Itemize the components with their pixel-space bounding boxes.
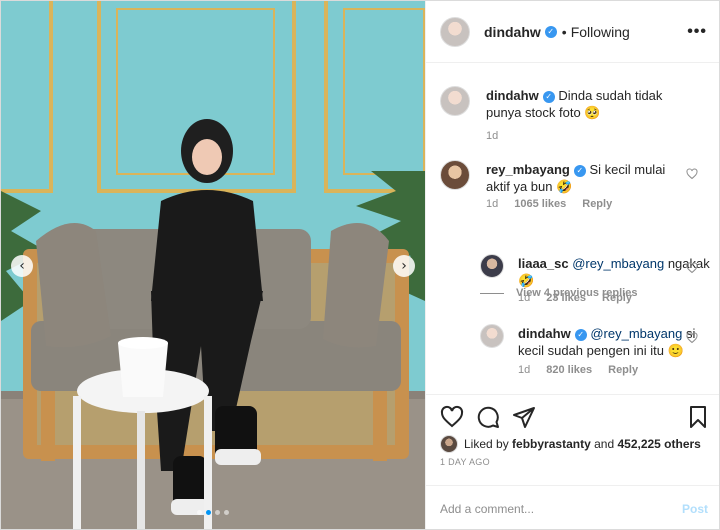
photo-illustration: [1, 1, 425, 529]
post-photo[interactable]: ‹ ›: [1, 1, 425, 529]
list-item: dindahw ✓ @rey_mbayang si kecil sudah pen…: [480, 324, 710, 384]
caption-username[interactable]: dindahw: [486, 88, 539, 103]
like-comment-icon[interactable]: [686, 332, 698, 344]
action-icons: [440, 405, 710, 429]
post-comment-button[interactable]: Post: [682, 502, 708, 516]
avatar[interactable]: [440, 160, 470, 190]
post-author-username[interactable]: dindahw: [484, 24, 541, 40]
comment-icon[interactable]: [476, 405, 500, 429]
chevron-right-icon: ›: [401, 258, 407, 274]
reply-button[interactable]: Reply: [582, 198, 612, 210]
caption-meta: 1d: [486, 130, 498, 142]
reply-likes[interactable]: 820 likes: [546, 364, 592, 376]
avatar[interactable]: [440, 86, 470, 116]
caption-time: 1d: [486, 130, 499, 142]
list-item: liaaa_sc @rey_mbayang ngakak🤣 1d 23 like…: [480, 254, 710, 304]
carousel-dot-active: [206, 510, 211, 515]
verified-badge-icon: ✓: [542, 90, 555, 103]
comment-username[interactable]: rey_mbayang: [486, 162, 570, 177]
comment-meta: 1d 1065 likes Reply: [486, 198, 612, 210]
verified-badge-icon: ✓: [573, 164, 586, 177]
reply-button[interactable]: Reply: [602, 292, 632, 304]
like-comment-icon[interactable]: [686, 262, 698, 274]
reply-meta: 1d 23 likes Reply: [518, 292, 632, 304]
post-header: dindahw ✓ • Following •••: [426, 1, 719, 63]
following-button[interactable]: Following: [571, 24, 630, 40]
separator-dot: •: [561, 23, 567, 40]
verified-badge-icon: ✓: [574, 328, 587, 341]
carousel-indicator: [197, 510, 229, 515]
chevron-left-icon: ‹: [19, 258, 25, 274]
next-photo-button[interactable]: ›: [393, 255, 415, 277]
verified-badge-icon: ✓: [544, 25, 557, 38]
carousel-dot: [215, 510, 220, 515]
more-options-icon[interactable]: •••: [687, 23, 707, 41]
reply-time: 1d: [518, 292, 531, 304]
avatar[interactable]: [480, 254, 504, 278]
reply-meta: 1d 820 likes Reply: [518, 364, 638, 376]
reply-username[interactable]: liaaa_sc: [518, 256, 569, 271]
list-item: rey_mbayang ✓ Si kecil mulai aktif ya bun…: [440, 160, 710, 210]
post-timestamp[interactable]: 1 DAY AGO: [440, 457, 490, 467]
carousel-dot: [224, 510, 229, 515]
like-comment-icon[interactable]: [686, 168, 698, 180]
add-comment-bar: Post: [426, 485, 719, 529]
post-actions: Liked by febbyrastanty and 452,225 other…: [426, 394, 719, 529]
comment-body: rey_mbayang ✓ Si kecil mulai aktif ya bun…: [486, 161, 686, 195]
bookmark-icon[interactable]: [686, 405, 710, 429]
share-icon[interactable]: [512, 405, 536, 429]
post-side-panel: dindahw ✓ • Following ••• dindahw ✓ Dinda…: [425, 1, 719, 529]
post-dialog: ‹ › dindahw ✓ • Following ••• dindahw ✓ …: [0, 0, 720, 530]
avatar[interactable]: [480, 324, 504, 348]
mention-link[interactable]: @rey_mbayang: [590, 326, 682, 341]
caption: dindahw ✓ Dinda sudah tidak punya stock f…: [440, 86, 710, 146]
reply-username[interactable]: dindahw: [518, 326, 571, 341]
carousel-dot: [197, 510, 202, 515]
caption-body: dindahw ✓ Dinda sudah tidak punya stock f…: [486, 87, 698, 121]
reply-body: dindahw ✓ @rey_mbayang si kecil sudah pen…: [518, 325, 698, 359]
avatar[interactable]: [440, 16, 470, 47]
liked-by: Liked by febbyrastanty and 452,225 other…: [440, 435, 701, 453]
liked-by-prefix: Liked by: [464, 437, 509, 451]
comments-list[interactable]: dindahw ✓ Dinda sudah tidak punya stock f…: [426, 64, 719, 394]
comment-time: 1d: [486, 198, 499, 210]
comment-likes[interactable]: 1065 likes: [514, 198, 566, 210]
liked-by-user[interactable]: febbyrastanty: [512, 437, 591, 451]
heart-icon[interactable]: [440, 405, 464, 429]
avatar[interactable]: [440, 435, 458, 453]
reply-button[interactable]: Reply: [608, 364, 638, 376]
liked-by-and: and: [594, 437, 615, 451]
reply-likes[interactable]: 23 likes: [546, 292, 586, 304]
comment-input[interactable]: [440, 502, 682, 516]
previous-photo-button[interactable]: ‹: [11, 255, 33, 277]
mention-link[interactable]: @rey_mbayang: [572, 256, 664, 271]
reply-time: 1d: [518, 364, 531, 376]
liked-by-others[interactable]: 452,225 others: [617, 437, 700, 451]
